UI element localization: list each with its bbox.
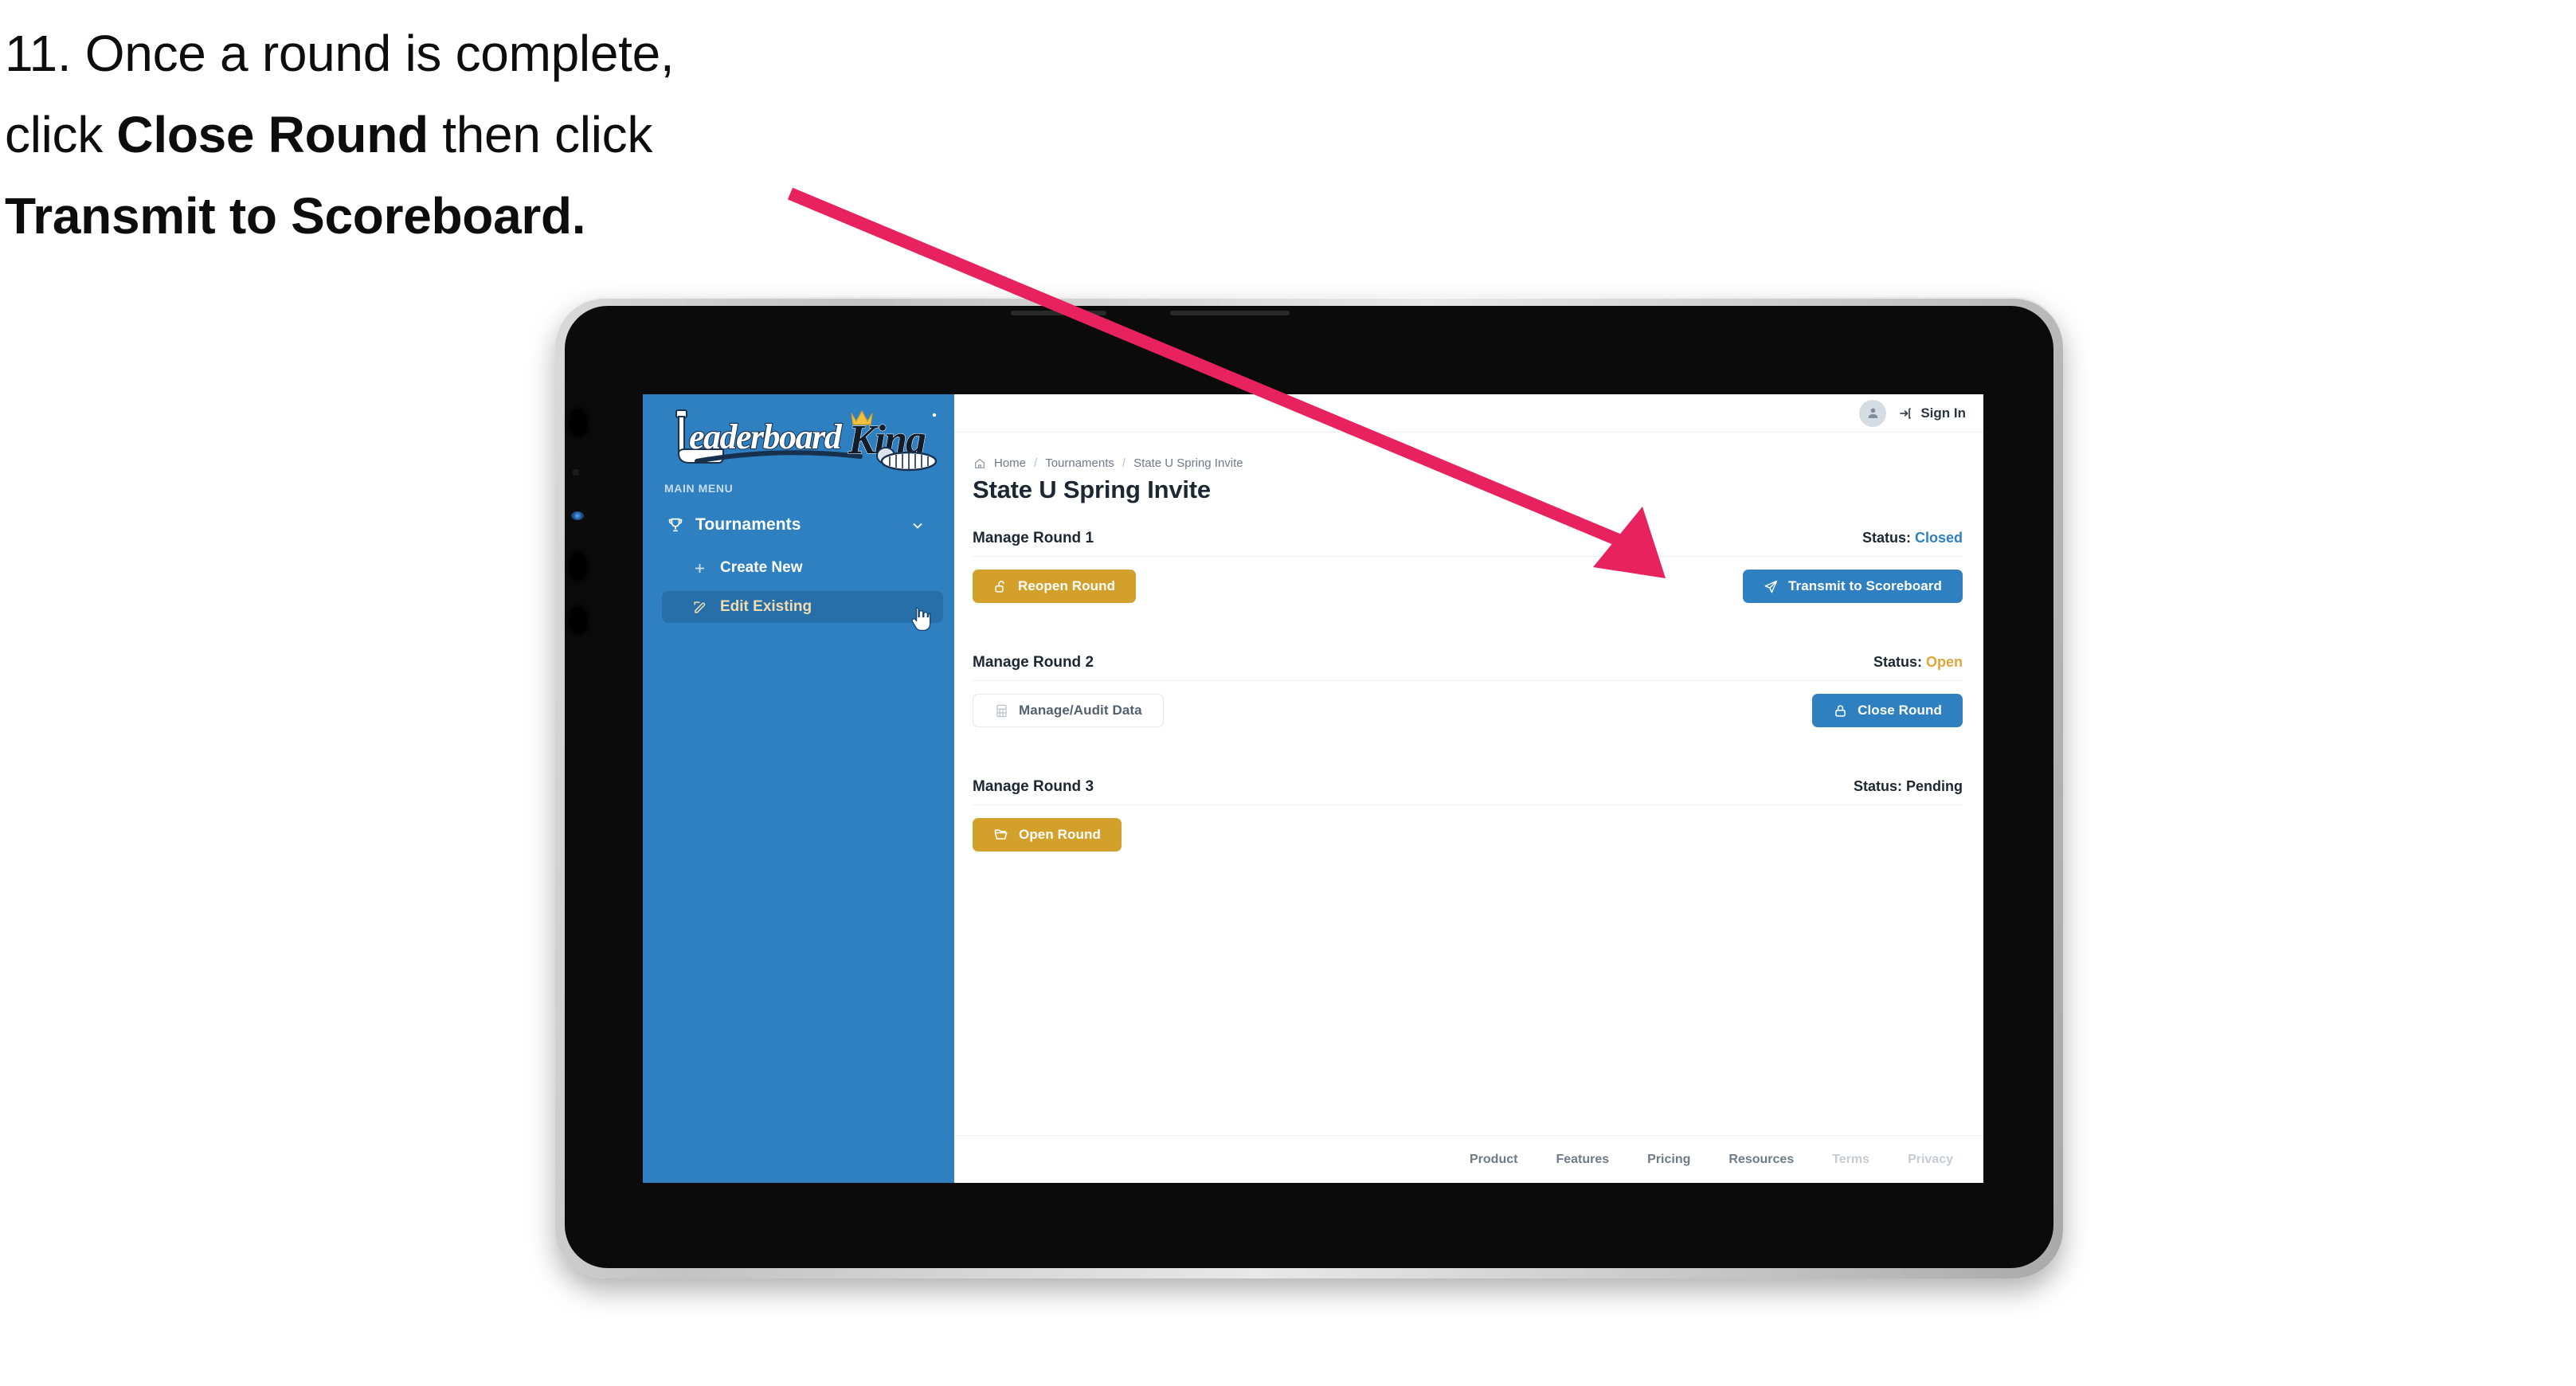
device-status-led xyxy=(571,511,584,520)
footer-link-privacy[interactable]: Privacy xyxy=(1908,1153,1953,1167)
trophy-icon xyxy=(668,518,683,532)
chevron-down-icon[interactable] xyxy=(910,518,926,534)
footer-link-pricing[interactable]: Pricing xyxy=(1647,1153,1690,1167)
device-side-button-top[interactable] xyxy=(570,409,587,437)
brand-logo[interactable]: eaderboard King xyxy=(657,399,944,476)
caption-line-2-pre: click xyxy=(5,106,117,163)
footer: Product Features Pricing Resources Terms… xyxy=(954,1135,1983,1183)
button-label: Transmit to Scoreboard xyxy=(1787,578,1942,593)
instruction-caption: 11. Once a round is complete, click Clos… xyxy=(5,13,897,256)
breadcrumb: Home / Tournaments / State U Spring Invi… xyxy=(973,456,1243,470)
round-actions: Open Round xyxy=(973,805,1963,852)
status-badge: Status: Open xyxy=(1873,654,1963,671)
round-section-3: Manage Round 3 Status: Pending Open Roun… xyxy=(973,778,1963,852)
breadcrumb-item-current: State U Spring Invite xyxy=(1133,456,1243,470)
status-label: Status: xyxy=(1873,654,1922,670)
sidebar-item-create-new[interactable]: Create New xyxy=(662,552,943,584)
round-section-2: Manage Round 2 Status: Open Manage/Audit… xyxy=(973,654,1963,727)
bezel-speaker-slot-2 xyxy=(1170,311,1290,315)
sign-in-label: Sign In xyxy=(1920,405,1966,421)
sidebar: eaderboard King MAIN MENU Tournaments Cr… xyxy=(643,394,954,1183)
home-icon[interactable] xyxy=(973,457,986,470)
footer-link-terms[interactable]: Terms xyxy=(1832,1153,1869,1167)
footer-link-resources[interactable]: Resources xyxy=(1728,1153,1794,1167)
round-actions: Reopen Round Transmit to Scoreboard xyxy=(973,557,1963,603)
status-badge: Status: Pending xyxy=(1854,778,1963,795)
sidebar-item-label: Tournaments xyxy=(695,515,801,534)
device-side-button-mid[interactable] xyxy=(570,553,587,580)
manage-audit-data-button[interactable]: Manage/Audit Data xyxy=(973,694,1164,727)
status-label: Status: xyxy=(1853,778,1902,794)
unlock-icon xyxy=(995,580,1004,593)
status-value: Open xyxy=(1925,654,1963,670)
caption-line-3-bold: Transmit to Scoreboard. xyxy=(5,187,586,245)
lock-icon xyxy=(1835,704,1846,717)
round-title: Manage Round 1 xyxy=(973,530,1094,546)
round-header: Manage Round 2 Status: Open xyxy=(973,654,1963,681)
footer-link-product[interactable]: Product xyxy=(1470,1153,1517,1167)
sidebar-item-tournaments[interactable]: Tournaments xyxy=(654,508,943,542)
pointer-hand-cursor xyxy=(911,607,931,632)
open-round-button[interactable]: Open Round xyxy=(973,818,1122,852)
sidebar-section-label: MAIN MENU xyxy=(664,482,734,495)
breadcrumb-item-tournaments[interactable]: Tournaments xyxy=(1045,456,1114,470)
caption-line-2-post: then click xyxy=(428,106,653,163)
round-title: Manage Round 2 xyxy=(973,654,1094,671)
footer-link-features[interactable]: Features xyxy=(1556,1153,1609,1167)
caption-line-1-text: 11. Once a round is complete, xyxy=(5,25,675,82)
round-header: Manage Round 3 Status: Pending xyxy=(973,778,1963,805)
main-content: Home / Tournaments / State U Spring Invi… xyxy=(954,433,1983,1183)
sign-in-button[interactable]: Sign In xyxy=(1897,405,1966,421)
transmit-to-scoreboard-button[interactable]: Transmit to Scoreboard xyxy=(1742,570,1963,603)
paper-plane-icon xyxy=(1764,580,1778,593)
round-section-1: Manage Round 1 Status: Closed Reopen Rou… xyxy=(973,530,1963,603)
button-label: Reopen Round xyxy=(1018,578,1116,593)
plus-icon xyxy=(695,563,705,573)
avatar[interactable] xyxy=(1859,399,1887,427)
user-avatar-icon xyxy=(1868,408,1878,418)
round-actions: Manage/Audit Data Close Round xyxy=(973,681,1963,727)
svg-text:eaderboard: eaderboard xyxy=(689,417,843,456)
sidebar-item-label: Edit Existing xyxy=(720,598,812,615)
breadcrumb-item-home[interactable]: Home xyxy=(994,456,1026,470)
folder-open-icon xyxy=(994,829,1008,840)
caption-line-2-bold: Close Round xyxy=(116,106,429,163)
caption-line-3: Transmit to Scoreboard. xyxy=(5,175,897,256)
button-label: Close Round xyxy=(1858,703,1942,718)
status-label: Status: xyxy=(1862,530,1911,546)
round-title: Manage Round 3 xyxy=(973,778,1094,795)
screenshot-canvas: 11. Once a round is complete, click Clos… xyxy=(0,0,2576,1386)
close-round-button[interactable]: Close Round xyxy=(1812,694,1963,727)
leaderboard-king-logo-icon: eaderboard King xyxy=(675,409,938,472)
table-grid-icon xyxy=(996,704,1007,717)
status-badge: Status: Closed xyxy=(1862,530,1963,546)
device-sensor-dot xyxy=(573,469,579,476)
status-value: Closed xyxy=(1914,530,1963,546)
caption-line-2: click Close Round then click xyxy=(5,94,897,175)
breadcrumb-separator: / xyxy=(1122,456,1126,470)
button-label: Manage/Audit Data xyxy=(1019,703,1142,718)
pencil-square-icon xyxy=(694,601,706,613)
device-side-button-bottom[interactable] xyxy=(570,607,587,634)
reopen-round-button[interactable]: Reopen Round xyxy=(973,570,1137,603)
sign-in-arrow-icon xyxy=(1900,407,1911,419)
sidebar-item-label: Create New xyxy=(720,559,803,576)
app-screen: eaderboard King MAIN MENU Tournaments Cr… xyxy=(643,394,1983,1183)
bezel-speaker-slot xyxy=(1011,311,1106,315)
breadcrumb-separator: / xyxy=(1034,456,1038,470)
sidebar-item-edit-existing[interactable]: Edit Existing xyxy=(662,591,943,623)
page-title: State U Spring Invite xyxy=(973,476,1211,503)
round-header: Manage Round 1 Status: Closed xyxy=(973,530,1963,557)
caption-line-1: 11. Once a round is complete, xyxy=(5,13,897,94)
status-value: Pending xyxy=(1906,778,1963,794)
button-label: Open Round xyxy=(1019,827,1101,842)
topbar: Sign In xyxy=(954,394,1983,433)
